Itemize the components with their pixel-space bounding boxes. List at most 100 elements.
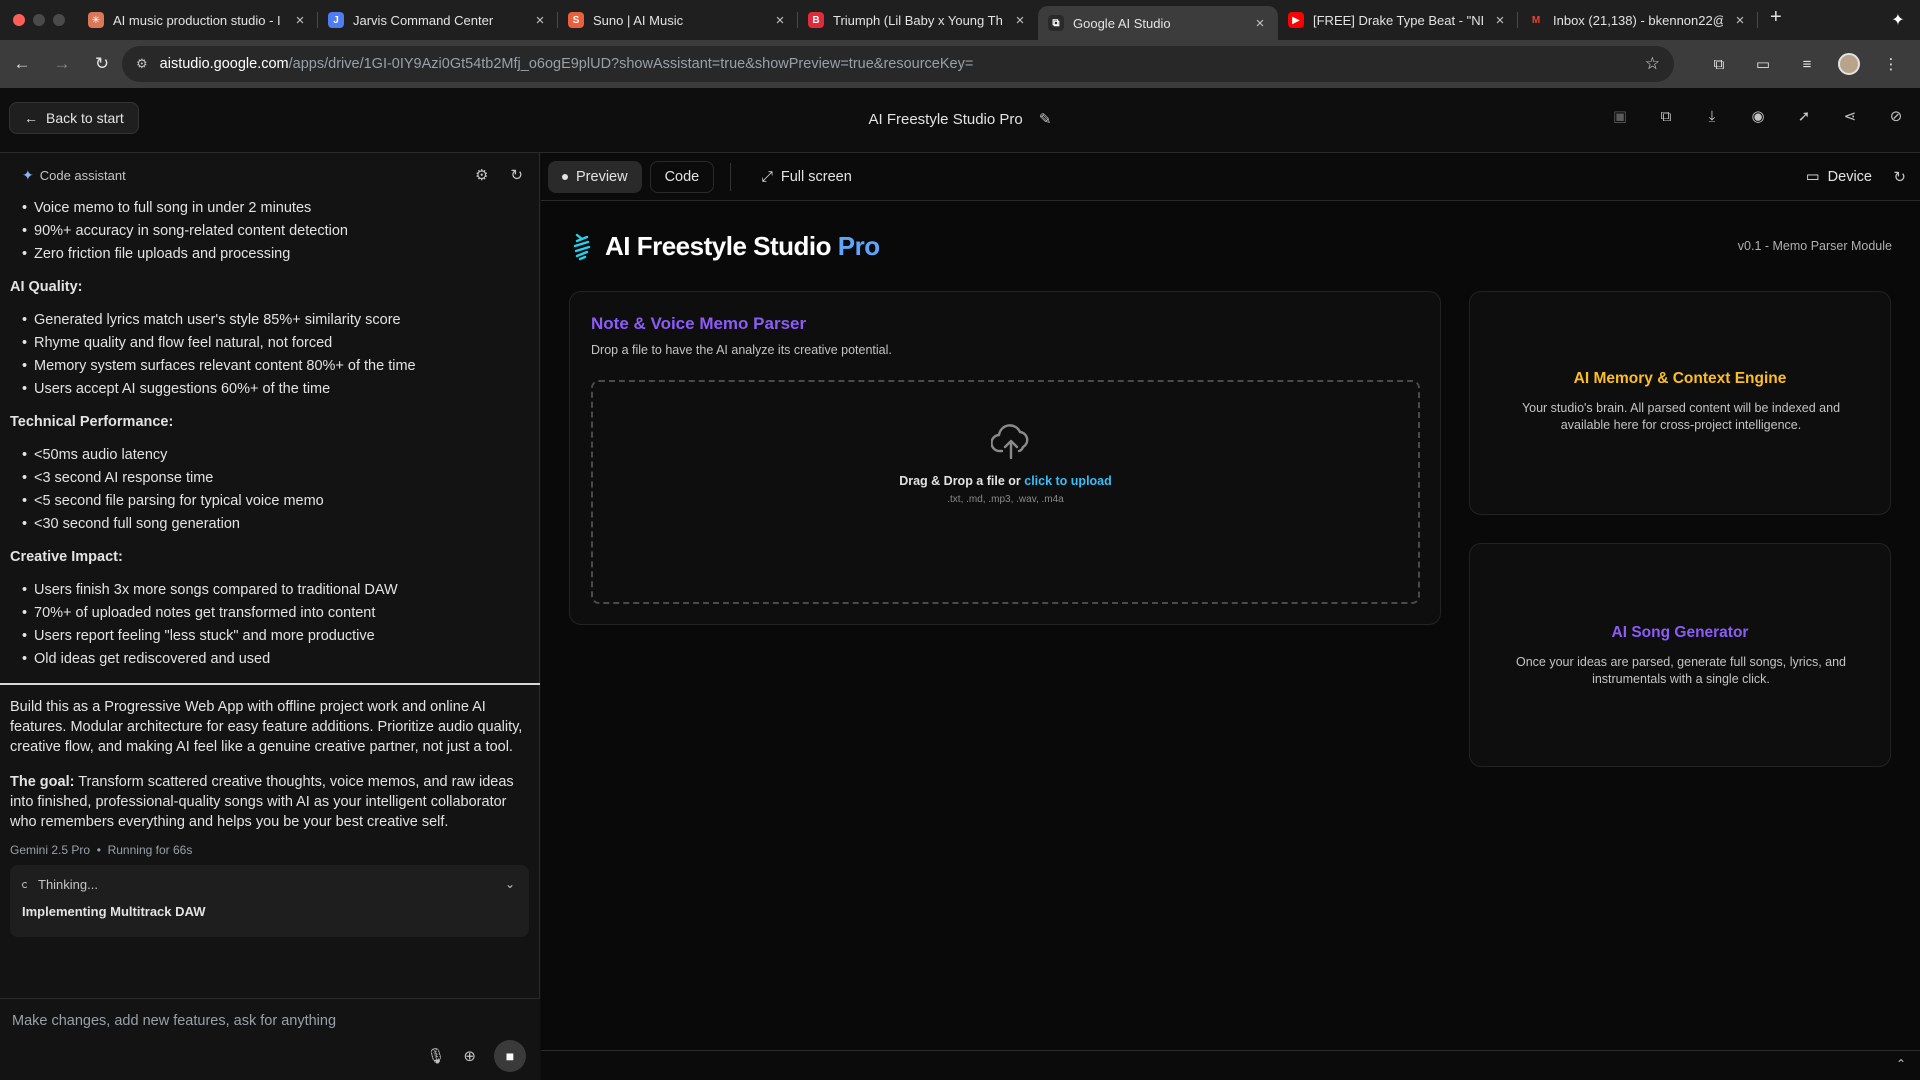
chevron-down-icon[interactable]: ⌄ xyxy=(505,877,515,891)
address-bar[interactable]: ⚙ aistudio.google.com/apps/drive/1GI-0IY… xyxy=(122,46,1674,82)
bookmark-star-icon[interactable]: ☆ xyxy=(1645,54,1660,74)
list-item: Users finish 3x more songs compared to t… xyxy=(22,579,529,602)
browser-tab[interactable]: ▶ [FREE] Drake Type Beat - "NE × xyxy=(1278,4,1518,36)
upload-cloud-icon xyxy=(991,424,1029,460)
list-item: Old ideas get rediscovered and used xyxy=(22,648,529,671)
zoom-window-button[interactable] xyxy=(53,14,65,26)
goal-text: Transform scattered creative thoughts, v… xyxy=(10,774,514,830)
close-tab-icon[interactable]: × xyxy=(532,12,548,29)
forward-arrow-icon[interactable]: → xyxy=(44,46,80,82)
browser-tab-title: Jarvis Command Center xyxy=(353,12,494,28)
thinking-panel[interactable]: Thinking... ⌄ Implementing Multitrack DA… xyxy=(10,865,529,937)
browser-tab[interactable]: M Inbox (21,138) - bkennon22@ × xyxy=(1518,4,1758,36)
code-assistant-panel: ✦ Code assistant ⚙ ↻ Voice memo to full … xyxy=(0,153,540,1080)
active-dot-icon xyxy=(562,173,568,180)
github-icon[interactable]: ◉ xyxy=(1748,106,1768,126)
back-arrow-icon[interactable]: ← xyxy=(4,46,40,82)
brand-name-pro: Pro xyxy=(837,231,880,261)
browser-tab-title: AI music production studio - I xyxy=(113,12,281,28)
list-item: <30 second full song generation xyxy=(22,513,529,536)
settings-gear-icon[interactable]: ⚙ xyxy=(475,166,488,184)
prompt-box[interactable]: Make changes, add new features, ask for … xyxy=(0,998,540,1080)
tab-preview[interactable]: Preview xyxy=(548,160,642,193)
browser-menu-icon[interactable]: ⋮ xyxy=(1878,51,1904,77)
list-item: Zero friction file uploads and processin… xyxy=(22,243,529,266)
edit-pencil-icon[interactable]: ✎ xyxy=(1039,111,1052,128)
chevron-up-icon[interactable]: ⌃ xyxy=(1896,1057,1906,1071)
browser-tab-title: [FREE] Drake Type Beat - "NE xyxy=(1313,12,1483,28)
cast-search-icon[interactable]: ▭ xyxy=(1750,51,1776,77)
gemini-sparkle-icon[interactable]: ✦ xyxy=(1884,6,1912,34)
ai-studio-icon: ⧉ xyxy=(1048,15,1064,31)
close-window-button[interactable] xyxy=(13,14,25,26)
stop-generation-button[interactable]: ■ xyxy=(494,1040,526,1072)
file-dropzone[interactable]: Drag & Drop a file or click to upload .t… xyxy=(591,380,1420,604)
toolbar-divider xyxy=(730,162,732,191)
browser-tab-title: Google AI Studio xyxy=(1073,15,1171,31)
memory-engine-card: AI Memory & Context Engine Your studio's… xyxy=(1469,291,1891,515)
list-item: Memory system surfaces relevant content … xyxy=(22,355,529,378)
list-item: Rhyme quality and flow feel natural, not… xyxy=(22,332,529,355)
browser-tab[interactable]: B Triumph (Lil Baby x Young Th × xyxy=(798,4,1038,36)
section-heading-ai-quality: AI Quality: xyxy=(10,279,83,295)
media-controls-icon[interactable]: ≡ xyxy=(1794,51,1820,77)
save-icon[interactable]: ▣ xyxy=(1610,106,1630,126)
section-heading-creative: Creative Impact: xyxy=(10,549,123,565)
youtube-icon: ▶ xyxy=(1288,12,1304,28)
brand-name: AI Freestyle Studio Pro xyxy=(605,231,880,262)
goal-paragraph: The goal: Transform scattered creative t… xyxy=(10,772,529,832)
browser-extensions: ⧉ ▭ ≡ ⋮ xyxy=(1706,40,1920,88)
profile-avatar[interactable] xyxy=(1838,53,1860,75)
tab-code[interactable]: Code xyxy=(649,160,715,193)
model-status: Gemini 2.5 Pro • Running for 66s xyxy=(10,843,193,857)
close-tab-icon[interactable]: × xyxy=(1732,12,1748,29)
add-attachment-icon[interactable]: ⊕ xyxy=(463,1047,476,1065)
minimize-window-button[interactable] xyxy=(33,14,45,26)
preview-toolbar: Preview Code ⤢ Full screen ▭ Device ↻ xyxy=(541,153,1920,201)
brand-name-main: AI Freestyle Studio xyxy=(605,231,838,261)
list-item: <50ms audio latency xyxy=(22,444,529,467)
refresh-preview-icon[interactable]: ↻ xyxy=(1893,168,1906,186)
dropzone-text: Drag & Drop a file or click to upload xyxy=(593,474,1418,488)
app-title-text: AI Freestyle Studio Pro xyxy=(868,111,1023,128)
full-screen-button[interactable]: ⤢ Full screen xyxy=(747,161,866,193)
code-assistant-header: ✦ Code assistant ⚙ ↻ xyxy=(0,153,539,197)
copy-app-icon[interactable]: ⧉ xyxy=(1656,106,1676,126)
beatstars-icon: B xyxy=(808,12,824,28)
memo-parser-title: Note & Voice Memo Parser xyxy=(591,314,807,333)
site-settings-icon[interactable]: ⚙ xyxy=(136,56,148,72)
refresh-icon[interactable]: ↻ xyxy=(510,166,523,184)
thinking-header: Thinking... xyxy=(22,877,517,892)
microphone-icon[interactable]: 🎙 xyxy=(426,1047,445,1065)
new-tab-button[interactable]: + xyxy=(1758,6,1794,29)
tab-code-label: Code xyxy=(664,168,700,185)
close-tab-icon[interactable]: × xyxy=(1252,15,1268,32)
url-host: aistudio.google.com xyxy=(159,56,289,72)
download-icon[interactable]: ⤓ xyxy=(1702,106,1722,126)
prompt-actions: 🎙 ⊕ ■ xyxy=(426,1040,526,1072)
running-time: Running for 66s xyxy=(107,843,193,857)
browser-tab[interactable]: J Jarvis Command Center × xyxy=(318,4,558,36)
extensions-puzzle-icon[interactable]: ⧉ xyxy=(1706,51,1732,77)
reload-icon[interactable]: ↻ xyxy=(84,46,120,82)
back-to-start-label: Back to start xyxy=(46,110,124,126)
chat-transcript: Voice memo to full song in under 2 minut… xyxy=(0,197,540,832)
browser-tab[interactable]: ✳ AI music production studio - I × xyxy=(78,4,318,36)
share-icon[interactable]: ⋖ xyxy=(1840,106,1860,126)
device-button[interactable]: ▭ Device xyxy=(1806,169,1872,185)
deploy-rocket-icon[interactable]: ➚ xyxy=(1794,106,1814,126)
device-icon: ▭ xyxy=(1805,168,1820,185)
app-header: AI Freestyle Studio Pro ✎ ← Back to star… xyxy=(0,88,1920,153)
browser-tab[interactable]: ⧉ Google AI Studio × xyxy=(1038,6,1278,40)
close-tab-icon[interactable]: × xyxy=(1492,12,1508,29)
hide-preview-icon[interactable]: ⊘ xyxy=(1886,106,1906,126)
close-tab-icon[interactable]: × xyxy=(772,12,788,29)
close-tab-icon[interactable]: × xyxy=(292,12,308,29)
click-to-upload-link[interactable]: click to upload xyxy=(1024,474,1112,488)
back-to-start-button[interactable]: ← Back to start xyxy=(9,102,139,134)
browser-tab-title: Suno | AI Music xyxy=(593,12,684,28)
close-tab-icon[interactable]: × xyxy=(1012,12,1028,29)
bullet-list-ai-quality: Generated lyrics match user's style 85%+… xyxy=(10,309,529,401)
prompt-input[interactable]: Make changes, add new features, ask for … xyxy=(12,1013,336,1029)
browser-tab[interactable]: S Suno | AI Music × xyxy=(558,4,798,36)
